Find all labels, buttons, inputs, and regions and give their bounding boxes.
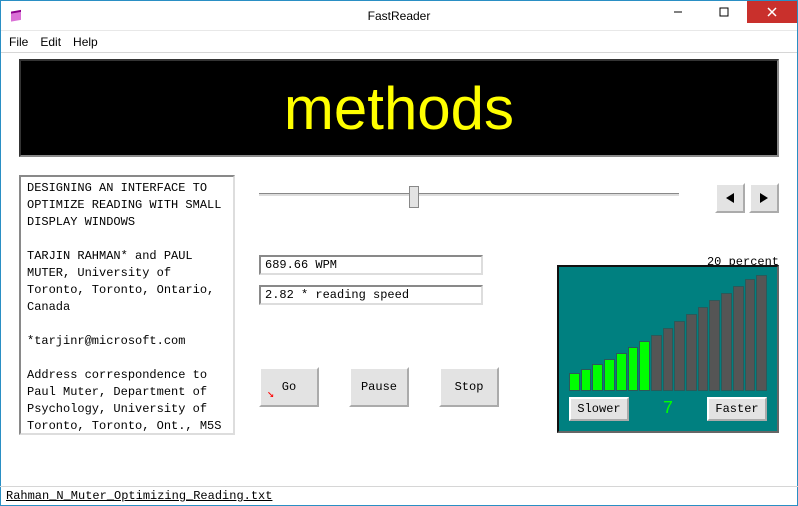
word-display: methods — [19, 59, 779, 157]
go-button[interactable]: ↘ Go — [259, 367, 319, 407]
status-bar: Rahman_N_Muter_Optimizing_Reading.txt — [0, 486, 798, 506]
speed-bar — [745, 279, 756, 391]
speed-bar — [721, 293, 732, 391]
speed-bar — [698, 307, 709, 391]
slider-thumb[interactable] — [409, 186, 419, 208]
speed-bar — [592, 364, 603, 391]
speed-bar — [709, 300, 720, 391]
faster-button[interactable]: Faster — [707, 397, 767, 421]
go-label: Go — [282, 380, 296, 394]
faster-label: Faster — [715, 402, 758, 416]
pause-button[interactable]: Pause — [349, 367, 409, 407]
maximize-button[interactable] — [701, 1, 747, 23]
menu-bar: File Edit Help — [1, 31, 797, 53]
arrow-icon: ↘ — [267, 386, 274, 401]
speed-bar — [639, 341, 650, 391]
speed-level: 7 — [663, 399, 674, 419]
speed-bar — [604, 359, 615, 391]
next-button[interactable] — [749, 183, 779, 213]
menu-help[interactable]: Help — [73, 35, 98, 49]
app-icon — [9, 8, 25, 24]
menu-edit[interactable]: Edit — [40, 35, 61, 49]
speed-meter: Slower 7 Faster — [557, 265, 779, 433]
speed-bar — [569, 373, 580, 391]
position-slider[interactable] — [259, 193, 679, 197]
speed-bars — [569, 275, 767, 391]
multiplier-readout: 2.82 * reading speed — [259, 285, 483, 305]
slower-button[interactable]: Slower — [569, 397, 629, 421]
window-title: FastReader — [368, 9, 431, 23]
stop-button[interactable]: Stop — [439, 367, 499, 407]
speed-bar — [581, 369, 592, 391]
speed-bar — [756, 275, 767, 391]
speed-bar — [733, 286, 744, 391]
speed-bar — [663, 328, 674, 391]
minimize-button[interactable] — [655, 1, 701, 23]
title-bar: FastReader — [1, 1, 797, 31]
stop-label: Stop — [455, 380, 484, 394]
close-button[interactable] — [747, 1, 797, 23]
speed-bar — [674, 321, 685, 391]
speed-bar — [686, 314, 697, 391]
speed-bar — [628, 347, 639, 391]
speed-bar — [616, 353, 627, 391]
wpm-readout: 689.66 WPM — [259, 255, 483, 275]
speed-bar — [651, 335, 662, 391]
prev-button[interactable] — [715, 183, 745, 213]
source-text[interactable]: DESIGNING AN INTERFACE TO OPTIMIZE READI… — [19, 175, 235, 435]
window-controls — [655, 1, 797, 23]
menu-file[interactable]: File — [9, 35, 28, 49]
slower-label: Slower — [577, 402, 620, 416]
pause-label: Pause — [361, 380, 397, 394]
